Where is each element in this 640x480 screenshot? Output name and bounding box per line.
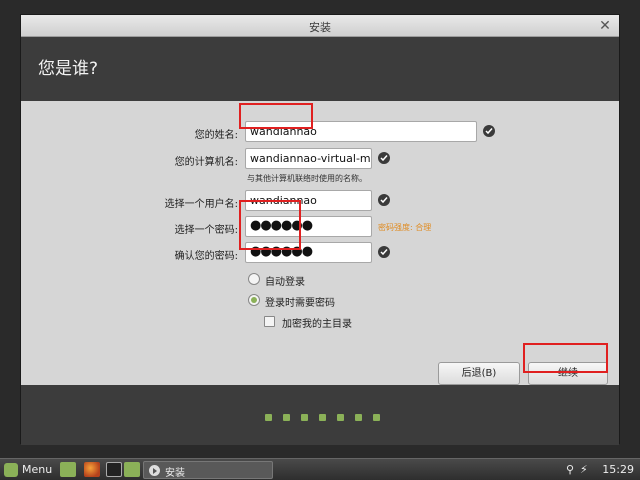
confirm-password-valid-icon (378, 246, 390, 258)
folder-icon[interactable] (124, 462, 140, 477)
progress-step (373, 414, 380, 421)
title-bar[interactable]: 安装 ✕ (21, 15, 619, 37)
menu-label: Menu (22, 463, 53, 476)
user-icon[interactable]: ⚲ (566, 463, 574, 476)
progress-step (337, 414, 344, 421)
username-valid-icon (378, 194, 390, 206)
highlight-password (239, 200, 301, 250)
computer-name-label: 您的计算机名: (174, 157, 238, 168)
installer-window: 安装 ✕ 您是谁? 您的姓名: wandiannao 您的计算机名: wandi… (20, 14, 620, 445)
confirm-password-label: 确认您的密码: (174, 251, 238, 262)
installer-task-icon (149, 465, 160, 476)
highlight-name (239, 103, 313, 129)
page-title: 您是谁? (38, 59, 99, 79)
progress-step (265, 414, 272, 421)
window-title: 安装 (309, 21, 331, 34)
username-label: 选择一个用户名: (164, 199, 238, 210)
mint-logo-icon (4, 463, 18, 477)
auto-login-radio[interactable] (248, 273, 260, 285)
name-valid-icon (483, 125, 495, 137)
encrypt-home-checkbox[interactable] (264, 316, 275, 327)
back-button[interactable]: 后退(B) (438, 362, 520, 385)
terminal-icon[interactable] (106, 462, 122, 477)
taskbar: Menu 安装 ⚲ ⚡ 15:29 (0, 458, 640, 480)
progress-step (301, 414, 308, 421)
require-password-label[interactable]: 登录时需要密码 (265, 294, 335, 309)
name-label: 您的姓名: (194, 130, 238, 141)
header-band: 您是谁? (21, 37, 619, 101)
task-installer[interactable]: 安装 (143, 461, 273, 479)
highlight-continue (523, 343, 608, 373)
close-icon[interactable]: ✕ (597, 18, 613, 34)
computer-name-hint: 与其他计算机联络时使用的名称。 (247, 174, 367, 183)
clock[interactable]: 15:29 (602, 463, 634, 476)
progress-step (355, 414, 362, 421)
show-desktop-icon[interactable] (60, 462, 76, 477)
task-label: 安装 (165, 468, 185, 479)
menu-button[interactable]: Menu (2, 461, 52, 479)
progress-step (319, 414, 326, 421)
password-strength: 密码强度: 合理 (378, 223, 432, 232)
password-label: 选择一个密码: (174, 225, 238, 236)
computer-name-valid-icon (378, 152, 390, 164)
progress-step (283, 414, 290, 421)
computer-name-field[interactable]: wandiannao-virtual-machir (245, 148, 372, 169)
network-icon[interactable]: ⚡ (580, 463, 588, 476)
auto-login-label[interactable]: 自动登录 (265, 273, 305, 288)
firefox-icon[interactable] (84, 462, 100, 477)
encrypt-home-label[interactable]: 加密我的主目录 (282, 315, 352, 330)
require-password-radio[interactable] (248, 294, 260, 306)
